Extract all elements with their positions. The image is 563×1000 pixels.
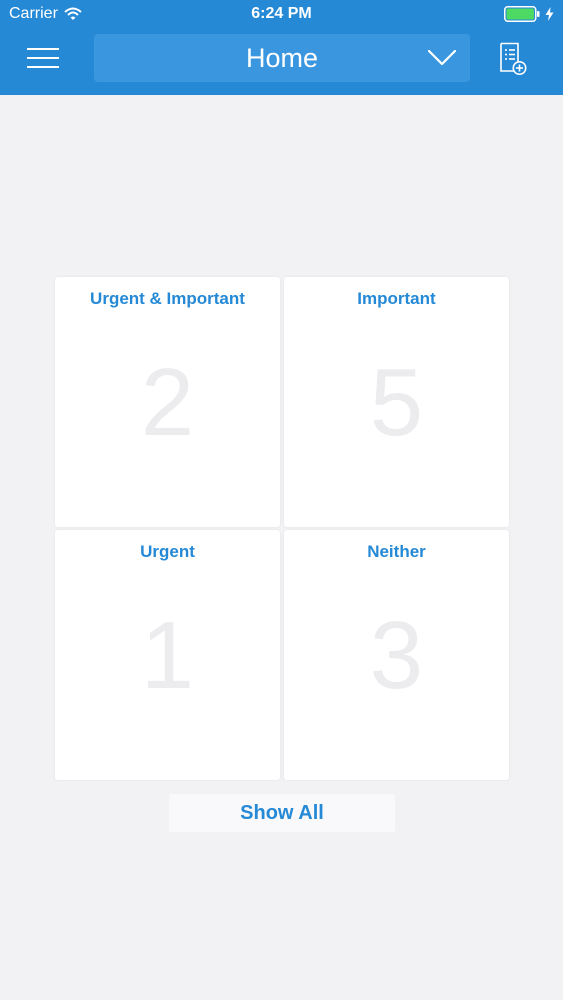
quadrant-count: 3 (369, 602, 424, 709)
chevron-down-icon (428, 50, 456, 66)
quadrant-title: Urgent (140, 542, 195, 561)
new-list-button[interactable] (497, 42, 529, 76)
quadrant-urgent[interactable]: Urgent 1 (55, 530, 280, 780)
battery-icon (504, 6, 540, 22)
show-all-button[interactable]: Show All (169, 794, 395, 832)
quadrant-count: 5 (369, 349, 424, 456)
quadrant-title: Important (357, 289, 436, 308)
view-selector-dropdown[interactable]: Home (94, 34, 470, 82)
nav-bar: Home (0, 30, 563, 95)
quadrant-title: Urgent & Important (90, 289, 245, 308)
quadrant-count: 2 (140, 349, 195, 456)
quadrant-title: Neither (367, 542, 426, 561)
quadrant-neither[interactable]: Neither 3 (284, 530, 509, 780)
page-title: Home (245, 43, 319, 73)
quadrant-important[interactable]: Important 5 (284, 277, 509, 527)
menu-button[interactable] (24, 44, 62, 72)
quadrant-count: 1 (140, 602, 195, 709)
new-list-icon (500, 42, 527, 75)
quadrant-urgent-important[interactable]: Urgent & Important 2 (55, 277, 280, 527)
status-time: 6:24 PM (251, 5, 312, 22)
battery-indicator (504, 6, 554, 22)
hamburger-menu-icon (27, 48, 59, 68)
status-bar: Carrier 6:24 PM (0, 0, 563, 30)
charging-bolt-icon (545, 7, 554, 21)
app-header: Carrier 6:24 PM Home (0, 0, 563, 95)
